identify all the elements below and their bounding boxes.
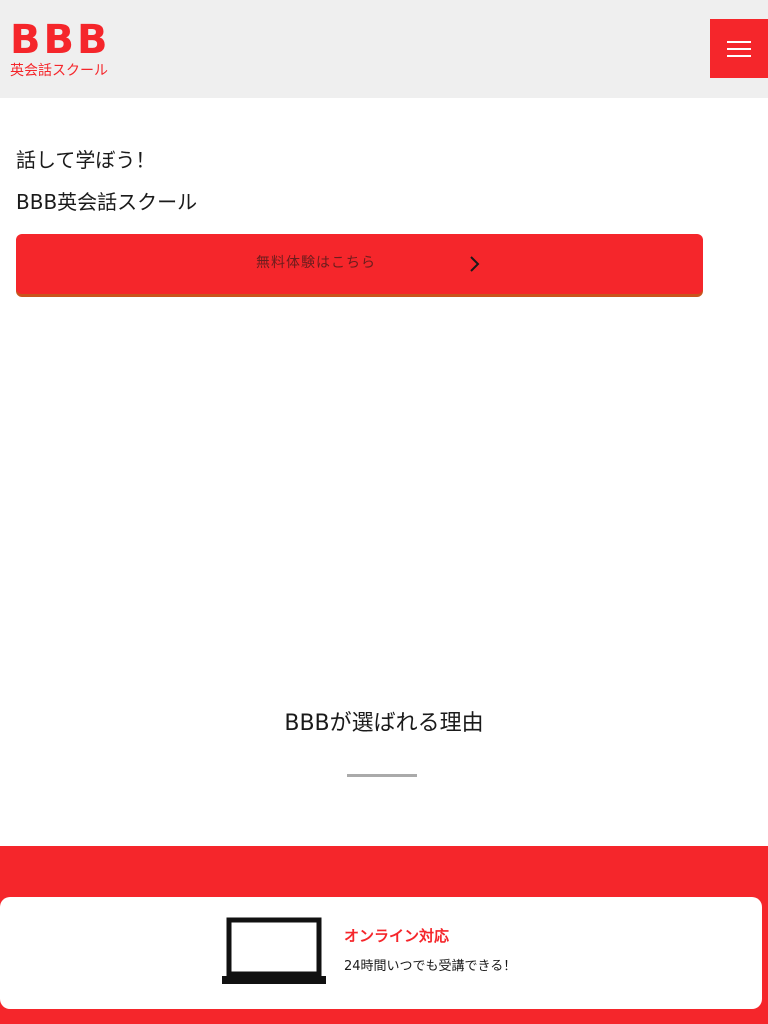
hero-school-name: BBB英会話スクール: [16, 190, 198, 214]
feature-card-online: オンライン対応 24時間いつでも受講できる！: [0, 897, 762, 1009]
hero-tagline: 話して学ぼう！: [16, 148, 156, 172]
logo-subtitle: 英会話スクール: [10, 63, 108, 79]
free-trial-button[interactable]: 無料体験はこちら: [16, 234, 703, 294]
site-logo[interactable]: BBB 英会話スクール: [10, 20, 110, 80]
laptop-icon: [222, 917, 326, 984]
chevron-right-icon: [470, 256, 480, 272]
hamburger-menu-icon: [727, 40, 751, 58]
free-trial-button-label: 無料体験はこちら: [256, 255, 376, 271]
feature-title: オンライン対応: [344, 927, 450, 945]
logo-mark: BBB: [10, 17, 111, 63]
reasons-section-title: BBBが選ばれる理由: [284, 711, 484, 736]
section-divider: [347, 774, 417, 777]
site-header: BBB 英会話スクール: [0, 0, 768, 98]
menu-button[interactable]: [710, 19, 768, 78]
feature-description: 24時間いつでも受講できる！: [344, 959, 517, 974]
